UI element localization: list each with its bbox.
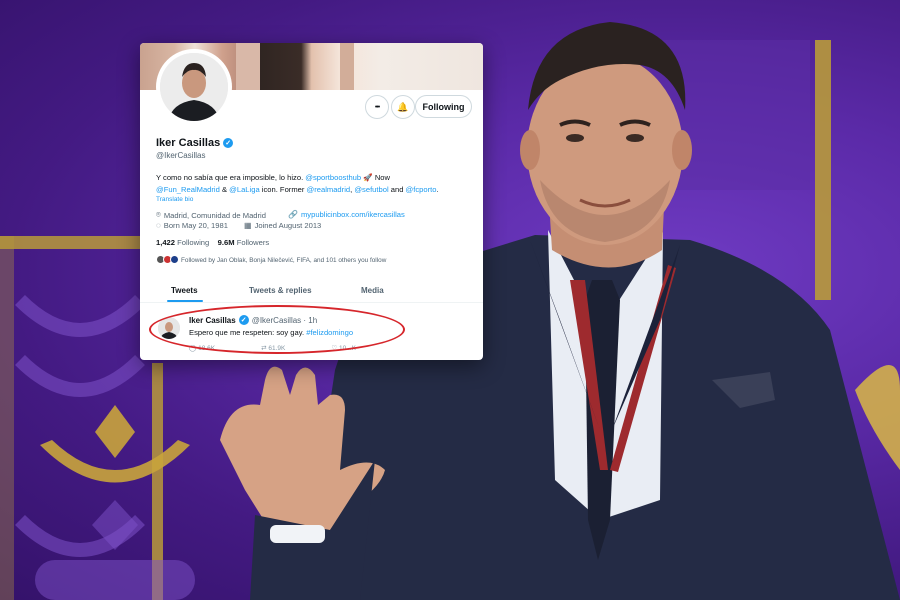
following-label: Following (177, 238, 210, 247)
joined-row: ▦ Joined August 2013 (244, 221, 321, 230)
location-row: ⌾ Madrid, Comunidad de Madrid (156, 210, 266, 220)
location-text: Madrid, Comunidad de Madrid (163, 210, 266, 220)
location-pin-icon: ⌾ (156, 210, 161, 219)
active-tab-indicator (167, 300, 203, 302)
tab-tweets[interactable]: Tweets (171, 286, 198, 295)
bio-link[interactable]: @LaLiga (229, 185, 260, 194)
profile-avatar[interactable] (156, 49, 232, 125)
bio-link[interactable]: @realmadrid (307, 185, 351, 194)
followers-count: 9.6M (217, 238, 235, 247)
highlight-oval (149, 305, 405, 354)
verified-badge-icon: ✓ (223, 138, 234, 148)
follower-avatars (156, 255, 179, 266)
bio-link[interactable]: @Fun_RealMadrid (156, 185, 220, 194)
profile-name: Iker Casillas (156, 137, 221, 149)
profile-name-row: Iker Casillas ✓ (156, 137, 234, 149)
profile-handle: @IkerCasillas (156, 151, 206, 160)
followed-by-text: Followed by Jan Oblak, Bonja Nilečević, … (181, 257, 387, 264)
bio-text: & (219, 185, 230, 194)
more-icon: ••• (374, 103, 380, 111)
following-button[interactable]: Following (415, 95, 472, 118)
joined-text: Joined August 2013 (254, 221, 322, 230)
born-row: ◌ Born May 20, 1981 (156, 221, 228, 230)
bio-text: 🚀 Now (361, 173, 391, 182)
notifications-button[interactable]: 🔔 (391, 95, 415, 119)
translate-bio-link[interactable]: Translate bio (156, 196, 193, 203)
bio-text: icon. Former (259, 185, 307, 194)
website-link[interactable]: mypublicinbox.com/ikercasillas (301, 210, 405, 219)
balloon-icon: ◌ (156, 221, 161, 230)
more-options-button[interactable]: ••• (365, 95, 389, 119)
bio-link[interactable]: @fcporto (406, 185, 437, 194)
avatar-photo (160, 53, 228, 121)
bell-icon: 🔔 (397, 101, 409, 112)
followers-label: Followers (236, 238, 270, 247)
mini-avatar (170, 255, 179, 264)
tab-media[interactable]: Media (361, 286, 384, 295)
link-icon: 🔗 (288, 210, 298, 219)
website-row: 🔗 mypublicinbox.com/ikercasillas (288, 210, 405, 219)
following-count-link[interactable]: 1,422 Following (156, 238, 209, 247)
bio-text: and (388, 185, 406, 194)
follow-counts: 1,422 Following 9.6M Followers (156, 238, 269, 247)
bio-link[interactable]: @sportboosthub (305, 173, 361, 182)
following-count: 1,422 (156, 238, 176, 247)
profile-bio: Y como no sabía que era imposible, lo hi… (156, 172, 474, 196)
followed-by-row[interactable]: Followed by Jan Oblak, Bonja Nilečević, … (156, 255, 386, 266)
born-text: Born May 20, 1981 (163, 221, 228, 230)
bio-text: . (436, 185, 439, 194)
bio-link[interactable]: @sefutbol (354, 185, 388, 194)
bio-text: Y como no sabía que era imposible, lo hi… (156, 173, 306, 182)
tab-tweets-replies[interactable]: Tweets & replies (249, 286, 312, 295)
calendar-icon: ▦ (244, 221, 252, 230)
followers-count-link[interactable]: 9.6M Followers (218, 238, 270, 247)
